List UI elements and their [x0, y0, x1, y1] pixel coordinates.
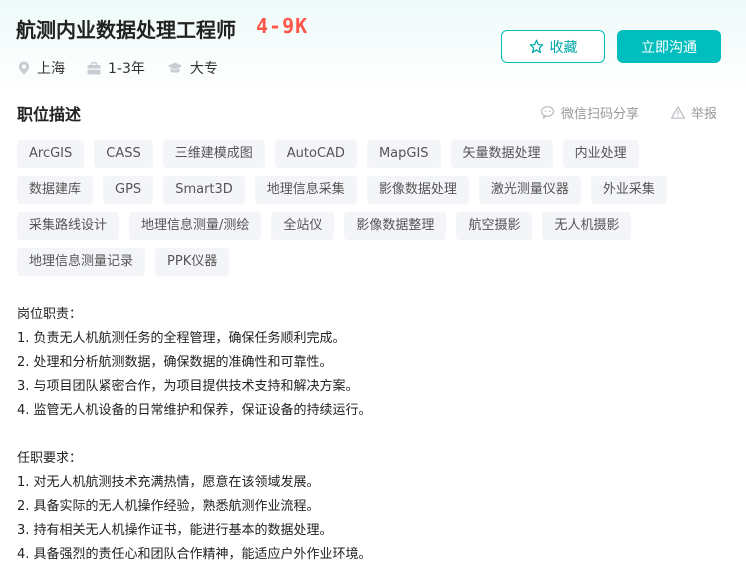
meta-experience: 1-3年	[87, 58, 145, 78]
skill-tag: GPS	[103, 176, 154, 204]
briefcase-icon	[87, 61, 101, 74]
wechat-share-button[interactable]: 微信扫码分享	[541, 103, 639, 122]
requirement-item: 1. 对无人机航测技术充满热情，愿意在该领域发展。	[17, 475, 320, 490]
requirements-heading: 任职要求：	[17, 451, 83, 466]
skill-tag: 外业采集	[590, 176, 667, 204]
star-icon	[529, 39, 543, 54]
report-label: 举报	[691, 107, 718, 122]
skill-tag: 矢量数据处理	[450, 140, 553, 168]
report-button[interactable]: 举报	[671, 103, 717, 122]
skill-tags: ArcGIS CASS 三维建模成图 AutoCAD MapGIS 矢量数据处理 内业处理数…	[17, 140, 717, 284]
skill-tag: 全站仪	[271, 212, 335, 240]
skill-tag: ArcGIS	[17, 140, 85, 168]
salary: 4-9K	[256, 14, 309, 38]
requirement-item: 2. 具备实际的无人机操作经验，熟悉航测作业流程。	[17, 499, 320, 514]
skill-tag: 激光测量仪器	[478, 176, 581, 204]
job-meta: 上海 1-3年 大专	[18, 58, 240, 78]
job-description: 岗位职责： 1. 负责无人机航测任务的全程管理，确保任务顺利完成。 2. 处理和…	[17, 303, 727, 567]
requirement-item: 4. 具备强烈的责任心和团队合作精神，能适应户外作业环境。	[17, 547, 372, 562]
skill-tag: 航空摄影	[456, 212, 533, 240]
experience-text: 1-3年	[108, 61, 145, 77]
meta-education: 大专	[167, 58, 218, 78]
skill-tag: 采集路线设计	[17, 212, 120, 240]
duties-heading: 岗位职责：	[17, 307, 83, 322]
education-text: 大专	[189, 61, 218, 77]
skill-tag: AutoCAD	[274, 140, 357, 168]
warning-icon	[671, 106, 685, 119]
skill-tag: 内业处理	[562, 140, 639, 168]
skill-tag: 地理信息采集	[254, 176, 357, 204]
duty-item: 2. 处理和分析航测数据，确保数据的准确性和可靠性。	[17, 355, 333, 370]
collect-button[interactable]: 收藏	[501, 30, 605, 63]
section-title: 职位描述	[17, 105, 82, 124]
graduation-cap-icon	[167, 62, 183, 73]
requirement-item: 3. 持有相关无人机操作证书，能进行基本的数据处理。	[17, 523, 333, 538]
skill-tag: MapGIS	[366, 140, 441, 168]
skill-tag: 数据建库	[17, 176, 94, 204]
skill-tag: Smart3D	[163, 176, 245, 204]
meta-location: 上海	[18, 58, 65, 78]
job-header: 航测内业数据处理工程师 4-9K 上海 1-3年 大专 收藏 立即沟通	[0, 0, 746, 92]
job-detail-page: 航测内业数据处理工程师 4-9K 上海 1-3年 大专 收藏 立即沟通 职位描述…	[0, 0, 746, 587]
skill-tag: 三维建模成图	[162, 140, 265, 168]
duty-item: 1. 负责无人机航测任务的全程管理，确保任务顺利完成。	[17, 331, 346, 346]
chat-now-button[interactable]: 立即沟通	[617, 30, 721, 63]
wechat-icon	[541, 106, 555, 119]
skill-tag: 影像数据处理	[366, 176, 469, 204]
job-title: 航测内业数据处理工程师	[16, 18, 236, 42]
skill-tag: CASS	[94, 140, 153, 168]
duty-item: 4. 监管无人机设备的日常维护和保养，保证设备的持续运行。	[17, 403, 372, 418]
skill-tag: PPK仪器	[155, 248, 230, 276]
skill-tag: 无人机摄影	[542, 212, 632, 240]
skill-tag: 地理信息测量/测绘	[129, 212, 262, 240]
location-text: 上海	[37, 61, 65, 77]
chat-label: 立即沟通	[641, 39, 697, 56]
location-pin-icon	[18, 61, 30, 75]
duty-item: 3. 与项目团队紧密合作，为项目提供技术支持和解决方案。	[17, 379, 359, 394]
skill-tag: 地理信息测量记录	[17, 248, 146, 276]
collect-label: 收藏	[549, 39, 578, 56]
skill-tag: 影像数据整理	[344, 212, 447, 240]
share-label: 微信扫码分享	[561, 107, 640, 122]
